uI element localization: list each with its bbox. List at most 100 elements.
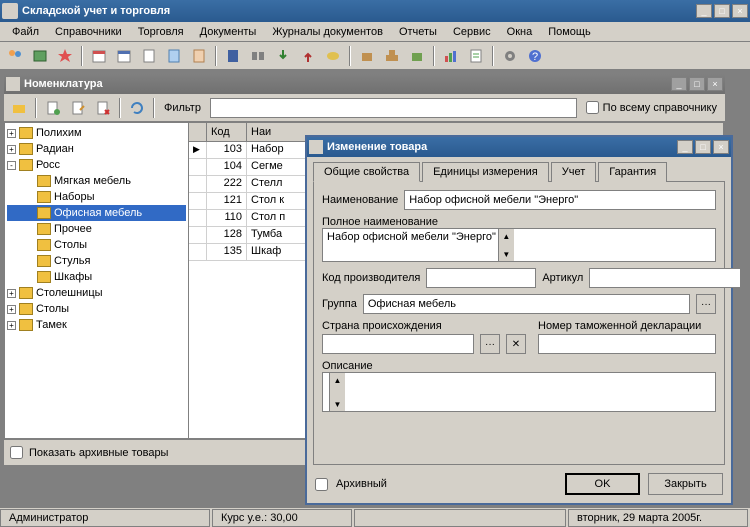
tool-boxes-icon[interactable] [381, 45, 403, 67]
tab-warranty[interactable]: Гарантия [598, 162, 667, 182]
tool-help-icon[interactable]: ? [524, 45, 546, 67]
tree-node[interactable]: +Радиан [7, 141, 186, 157]
edit-window: Изменение товара _ □ × Общие свойства Ед… [305, 135, 733, 505]
archived-checkbox[interactable] [315, 478, 328, 491]
edit-titlebar: Изменение товара _ □ × [307, 137, 731, 157]
tree-node[interactable]: +Полихим [7, 125, 186, 141]
scroll-down-icon[interactable]: ▼ [499, 247, 514, 261]
child-minimize-button[interactable]: _ [671, 77, 687, 91]
tool-doc2-icon[interactable] [163, 45, 185, 67]
article-input[interactable] [589, 268, 741, 288]
tree-node[interactable]: Мягкая мебель [7, 173, 186, 189]
tree-node[interactable]: Шкафы [7, 269, 186, 285]
tool-star-icon[interactable] [54, 45, 76, 67]
expand-icon[interactable]: + [7, 145, 16, 154]
edit-maximize-button[interactable]: □ [695, 140, 711, 154]
group-input[interactable] [363, 294, 690, 314]
menu-file[interactable]: Файл [4, 24, 47, 40]
menu-service[interactable]: Сервис [445, 24, 499, 40]
tool-money-icon[interactable] [322, 45, 344, 67]
tool-contact-icon[interactable] [29, 45, 51, 67]
tree-label: Столешницы [36, 287, 103, 299]
tab-account[interactable]: Учет [551, 162, 597, 182]
tree-node[interactable]: + Столы [7, 301, 186, 317]
maximize-button[interactable]: □ [714, 4, 730, 18]
customs-input[interactable] [538, 334, 716, 354]
tool-calendar-icon[interactable] [88, 45, 110, 67]
folder-new-icon[interactable] [8, 97, 30, 119]
tool-in-icon[interactable] [272, 45, 294, 67]
item-delete-icon[interactable] [92, 97, 114, 119]
group-browse-button[interactable]: ··· [696, 294, 716, 314]
tool-out-icon[interactable] [297, 45, 319, 67]
menu-trade[interactable]: Торговля [130, 24, 192, 40]
tree-node[interactable]: Наборы [7, 189, 186, 205]
grid-col-code[interactable]: Код [207, 123, 247, 141]
tool-calendar2-icon[interactable] [113, 45, 135, 67]
tree-node[interactable]: Стулья [7, 253, 186, 269]
item-new-icon[interactable] [42, 97, 64, 119]
refresh-icon[interactable] [126, 97, 148, 119]
child-maximize-button[interactable]: □ [689, 77, 705, 91]
menu-docs[interactable]: Документы [192, 24, 265, 40]
tree-node[interactable]: +Тамек [7, 317, 186, 333]
main-titlebar: Складской учет и торговля _ □ × [0, 0, 750, 22]
tree-node[interactable]: Офисная мебель [7, 205, 186, 221]
description-input[interactable]: ▲▼ [322, 372, 716, 412]
name-input[interactable] [404, 190, 716, 210]
grid-col-marker[interactable] [189, 123, 207, 141]
tree-node[interactable]: Столы [7, 237, 186, 253]
edit-minimize-button[interactable]: _ [677, 140, 693, 154]
tab-general[interactable]: Общие свойства [313, 162, 420, 182]
scroll-up-icon[interactable]: ▲ [330, 373, 345, 387]
origin-browse-button[interactable]: ··· [480, 334, 500, 354]
close-button[interactable]: × [732, 4, 748, 18]
scrollbar[interactable]: ▲▼ [498, 229, 514, 261]
tool-account-icon[interactable] [247, 45, 269, 67]
show-archived-checkbox[interactable] [10, 446, 23, 459]
tree-node[interactable]: -Росс [7, 157, 186, 173]
tool-chart-icon[interactable] [440, 45, 462, 67]
tool-people-icon[interactable] [4, 45, 26, 67]
scrollbar[interactable]: ▲▼ [329, 373, 345, 411]
origin-clear-button[interactable]: ✕ [506, 334, 526, 354]
menu-windows[interactable]: Окна [499, 24, 541, 40]
all-ref-checkbox[interactable] [586, 101, 599, 114]
tool-gear-icon[interactable] [499, 45, 521, 67]
ok-button[interactable]: OK [565, 473, 640, 495]
expand-icon[interactable]: - [7, 161, 16, 170]
edit-footer: Архивный OK Закрыть [307, 465, 731, 503]
origin-input[interactable] [322, 334, 474, 354]
mdi-area: Номенклатура _ □ × Фильтр По всему справ… [0, 70, 750, 507]
minimize-button[interactable]: _ [696, 4, 712, 18]
mfrcode-input[interactable] [426, 268, 536, 288]
tool-box2-icon[interactable] [406, 45, 428, 67]
tool-doc-icon[interactable] [138, 45, 160, 67]
menu-journals[interactable]: Журналы документов [264, 24, 391, 40]
child-close-button[interactable]: × [707, 77, 723, 91]
tree-node[interactable]: + Столешницы [7, 285, 186, 301]
tool-doc3-icon[interactable] [188, 45, 210, 67]
menu-refs[interactable]: Справочники [47, 24, 130, 40]
menu-help[interactable]: Помощь [540, 24, 599, 40]
tree-label: Столы [36, 303, 69, 315]
close-button[interactable]: Закрыть [648, 473, 723, 495]
expand-icon[interactable]: + [7, 129, 16, 138]
item-edit-icon[interactable] [67, 97, 89, 119]
fullname-input[interactable]: Набор офисной мебели "Энерго" ▲▼ [322, 228, 716, 262]
filter-input[interactable] [210, 98, 577, 118]
tool-book-icon[interactable] [222, 45, 244, 67]
expand-icon[interactable]: + [7, 305, 16, 314]
folder-icon [19, 143, 33, 155]
tree-panel[interactable]: +Полихим+Радиан-РоссМягкая мебельНаборыО… [4, 122, 189, 439]
tree-node[interactable]: Прочее [7, 221, 186, 237]
expand-icon[interactable]: + [7, 289, 16, 298]
scroll-down-icon[interactable]: ▼ [330, 397, 345, 411]
tool-report-icon[interactable] [465, 45, 487, 67]
scroll-up-icon[interactable]: ▲ [499, 229, 514, 243]
menu-reports[interactable]: Отчеты [391, 24, 445, 40]
tool-box-icon[interactable] [356, 45, 378, 67]
edit-close-button[interactable]: × [713, 140, 729, 154]
tab-units[interactable]: Единицы измерения [422, 162, 549, 182]
expand-icon[interactable]: + [7, 321, 16, 330]
